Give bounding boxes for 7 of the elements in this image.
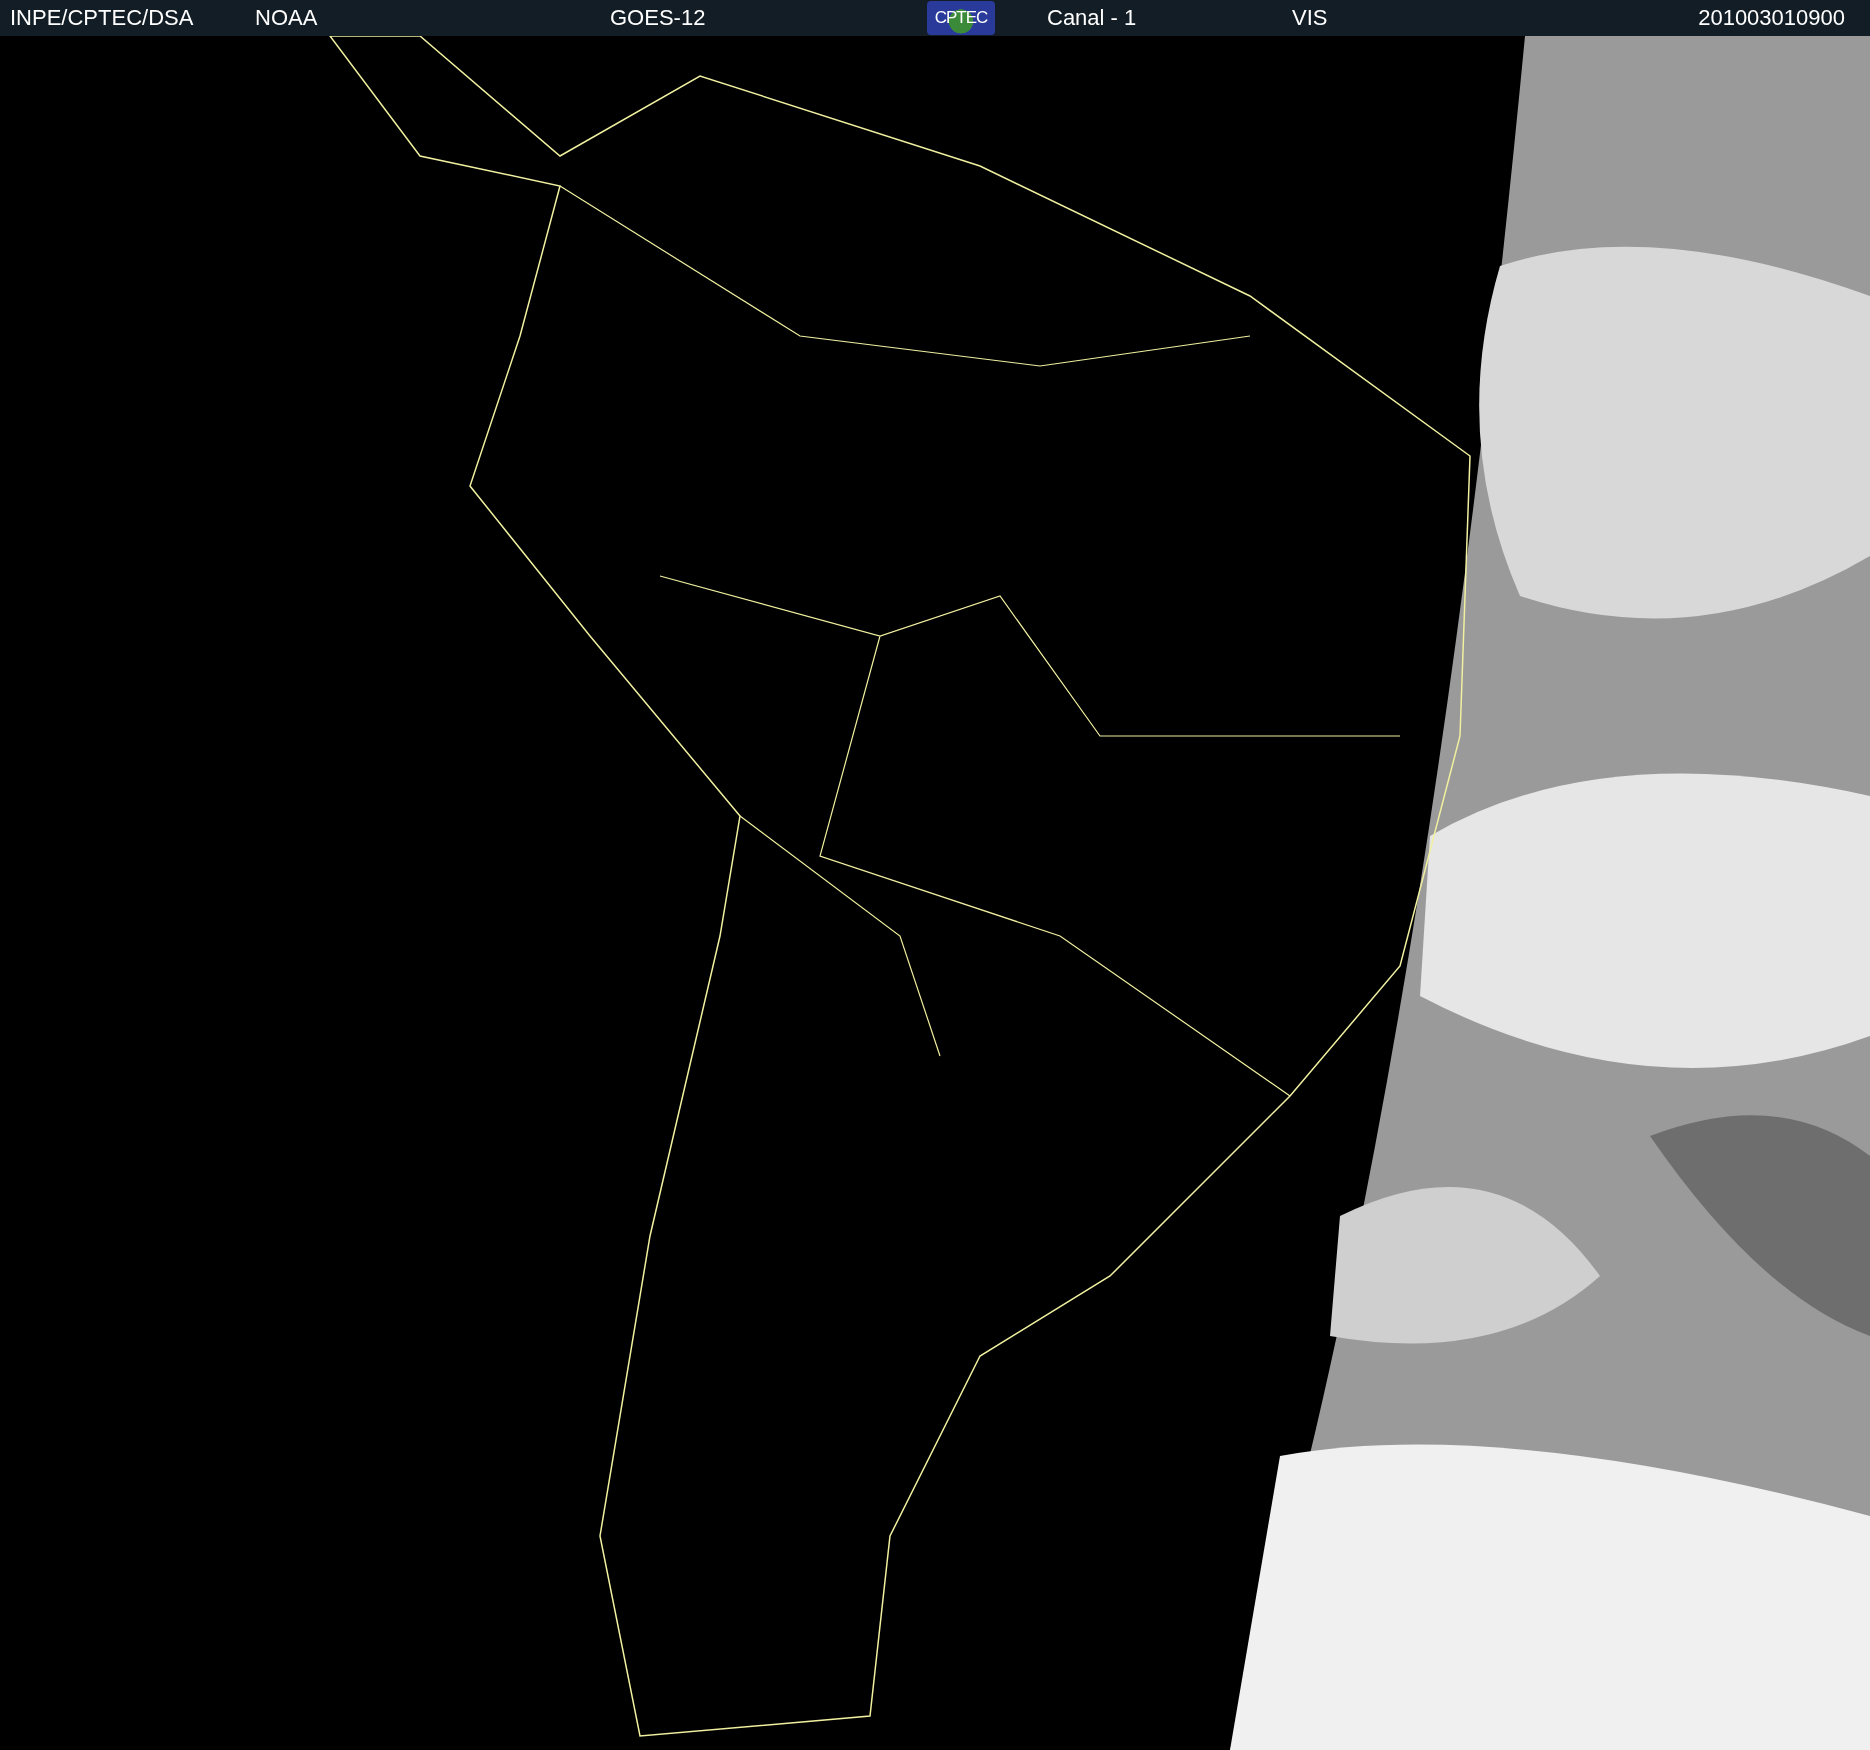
header-label: Canal - 1: [1047, 5, 1137, 30]
header-label: 201003010900: [1698, 5, 1845, 30]
header-label: VIS: [1292, 5, 1328, 30]
header-label: INPE/CPTEC/DSA: [10, 5, 194, 30]
logo: CPTEC: [927, 1, 995, 35]
header-label: NOAA: [255, 5, 318, 30]
header-label: GOES-12: [610, 5, 706, 30]
